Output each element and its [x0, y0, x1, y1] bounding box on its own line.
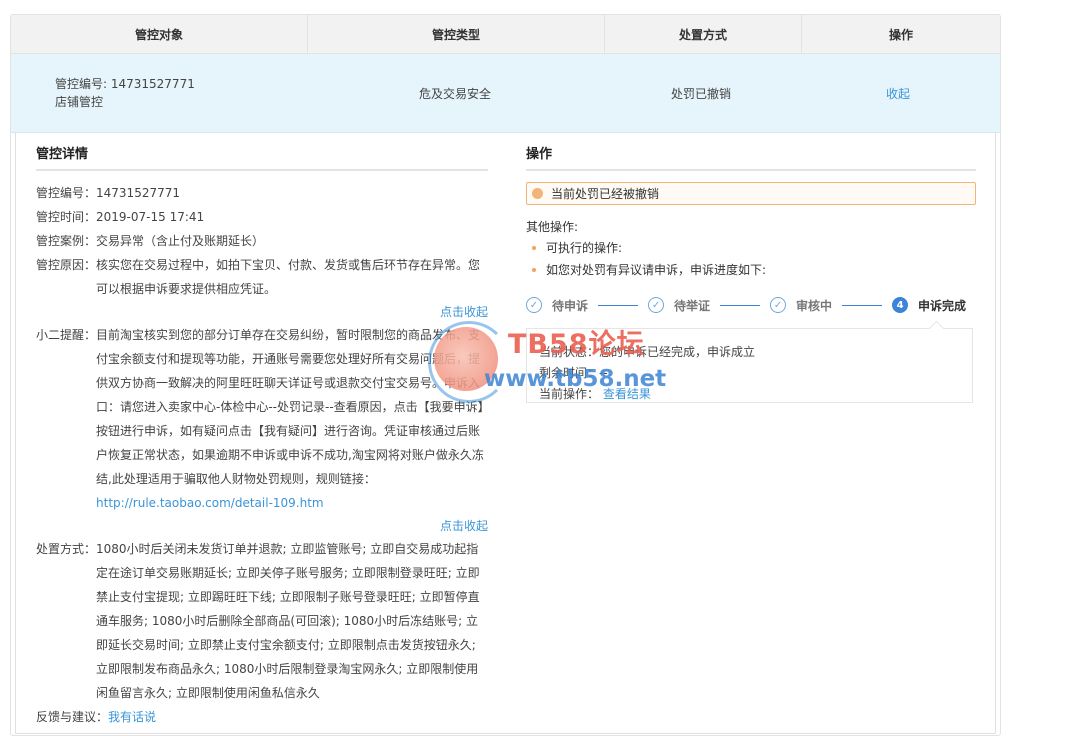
cell-type: 危及交易安全: [418, 86, 491, 101]
field-time: 管控时间： 2019-07-15 17:41: [36, 205, 488, 229]
bullet-text: 如您对处罚有异议请申诉，申诉进度如下:: [546, 263, 767, 277]
step-label: 审核中: [796, 298, 833, 313]
punishment-panel: 管控对象 管控类型 处置方式 操作 管控编号: 14731527771 店铺管控…: [10, 14, 1001, 736]
cell-object: 管控编号: 14731527771 店铺管控: [11, 54, 307, 132]
bullet-text: 可执行的操作:: [546, 241, 623, 255]
field-reason: 管控原因： 核实您在交易过程中，如拍下宝贝、付款、发货或售后环节存在异常。您可以…: [36, 253, 488, 301]
measure-value: 1080小时后关闭未发货订单并退款; 立即监管账号; 立即自交易成功起指定在途订…: [96, 542, 480, 700]
step-label: 申诉完成: [918, 298, 967, 313]
step-pending-evidence: ✓ 待举证: [648, 297, 710, 314]
measure-label: 处置方式：: [36, 542, 97, 556]
header-disposal: 处置方式: [605, 15, 802, 53]
object-id: 管控编号: 14731527771: [55, 77, 195, 91]
step-pending-appeal: ✓ 待申诉: [526, 297, 588, 314]
step-connector: [842, 304, 883, 306]
field-case: 管控案例： 交易异常（含止付及账期延长）: [36, 229, 488, 253]
detail-column: 管控详情 管控编号： 14731527771 管控时间： 2019-07-15 …: [36, 133, 488, 729]
rule-link[interactable]: http://rule.taobao.com/detail-109.htm: [96, 496, 324, 510]
feedback-label: 反馈与建议：: [36, 710, 109, 724]
id-value: 14731527771: [96, 186, 180, 200]
step-number: 4: [892, 297, 909, 313]
step-complete: 4 申诉完成: [892, 297, 966, 314]
header-object: 管控对象: [11, 15, 308, 53]
step-label: 待申诉: [552, 298, 589, 313]
check-icon: ✓: [526, 297, 542, 313]
bullet-item: 可执行的操作:: [526, 237, 976, 259]
view-result-link[interactable]: 查看结果: [603, 387, 651, 401]
field-id: 管控编号： 14731527771: [36, 181, 488, 205]
bullet-item: 如您对处罚有异议请申诉，申诉进度如下:: [526, 259, 976, 281]
cell-disposal: 处罚已撤销: [670, 86, 731, 101]
tip-text: 目前淘宝核实到您的部分订单存在交易纠纷，暂时限制您的商品发布、支付宝余额支付和提…: [96, 328, 484, 486]
step-reviewing: ✓ 审核中: [770, 297, 832, 314]
appeal-result-box: 当前状态：您的申诉已经完成，申诉成立 剩余时间：-- 当前操作： 查看结果: [526, 320, 973, 405]
reason-label: 管控原因：: [36, 258, 97, 272]
detail-panel: 管控详情 管控编号： 14731527771 管控时间： 2019-07-15 …: [15, 133, 996, 734]
object-scope: 店铺管控: [55, 95, 104, 109]
tip-label: 小二提醒：: [36, 328, 97, 342]
operation-column: 操作 当前处罚已经被撤销 其他操作: 可执行的操作: 如您对处罚有异议请申诉，申…: [526, 133, 976, 403]
status-notice: 当前处罚已经被撤销: [526, 182, 976, 205]
field-measure: 处置方式： 1080小时后关闭未发货订单并退款; 立即监管账号; 立即自交易成功…: [36, 537, 488, 705]
other-ops-label: 其他操作:: [526, 220, 579, 234]
check-icon: ✓: [770, 297, 787, 313]
table-header: 管控对象 管控类型 处置方式 操作: [11, 15, 1000, 54]
detail-title: 管控详情: [36, 133, 488, 171]
id-label: 管控编号：: [36, 186, 97, 200]
check-icon: ✓: [648, 297, 665, 313]
collapse-tip-link[interactable]: 点击收起: [36, 515, 488, 537]
bullet-dot-icon: [532, 246, 536, 250]
step-connector: [598, 304, 639, 306]
case-value: 交易异常（含止付及账期延长）: [96, 234, 265, 248]
reason-value: 核实您在交易过程中，如拍下宝贝、付款、发货或售后环节存在异常。您可以根据申诉要求…: [96, 258, 481, 296]
field-tip: 小二提醒： 目前淘宝核实到您的部分订单存在交易纠纷，暂时限制您的商品发布、支付宝…: [36, 323, 488, 515]
collapse-link[interactable]: 收起: [886, 85, 910, 102]
time-value: 2019-07-15 17:41: [96, 210, 205, 224]
time-label: 管控时间：: [36, 210, 97, 224]
result-op-label: 当前操作：: [539, 387, 600, 401]
collapse-reason-link[interactable]: 点击收起: [36, 301, 488, 323]
case-label: 管控案例：: [36, 234, 97, 248]
appeal-progress: ✓ 待申诉 ✓ 待举证 ✓ 审核中 4 申诉完成: [526, 295, 976, 315]
field-feedback: 反馈与建议： 我有话说: [36, 705, 488, 729]
bullet-dot-icon: [532, 268, 536, 272]
result-operation: 当前操作： 查看结果: [539, 384, 960, 405]
cell-action: 收起: [799, 54, 997, 132]
collapse-reason-text[interactable]: 点击收起: [440, 305, 488, 319]
result-time: 剩余时间：--: [539, 366, 608, 380]
table-row: 管控编号: 14731527771 店铺管控 危及交易安全 处罚已撤销 收起: [11, 54, 1000, 133]
feedback-link[interactable]: 我有话说: [108, 710, 156, 724]
status-text: 当前处罚已经被撤销: [551, 187, 660, 201]
header-action: 操作: [888, 27, 913, 42]
caret-icon: [928, 320, 945, 337]
tip-value: 目前淘宝核实到您的部分订单存在交易纠纷，暂时限制您的商品发布、支付宝余额支付和提…: [96, 323, 488, 515]
warning-dot-icon: [532, 188, 543, 199]
operation-title: 操作: [526, 133, 976, 171]
collapse-tip-text[interactable]: 点击收起: [440, 519, 488, 533]
step-label: 待举证: [674, 298, 711, 313]
header-type: 管控类型: [308, 15, 605, 53]
result-status: 当前状态：您的申诉已经完成，申诉成立: [539, 345, 756, 359]
step-connector: [720, 304, 761, 306]
